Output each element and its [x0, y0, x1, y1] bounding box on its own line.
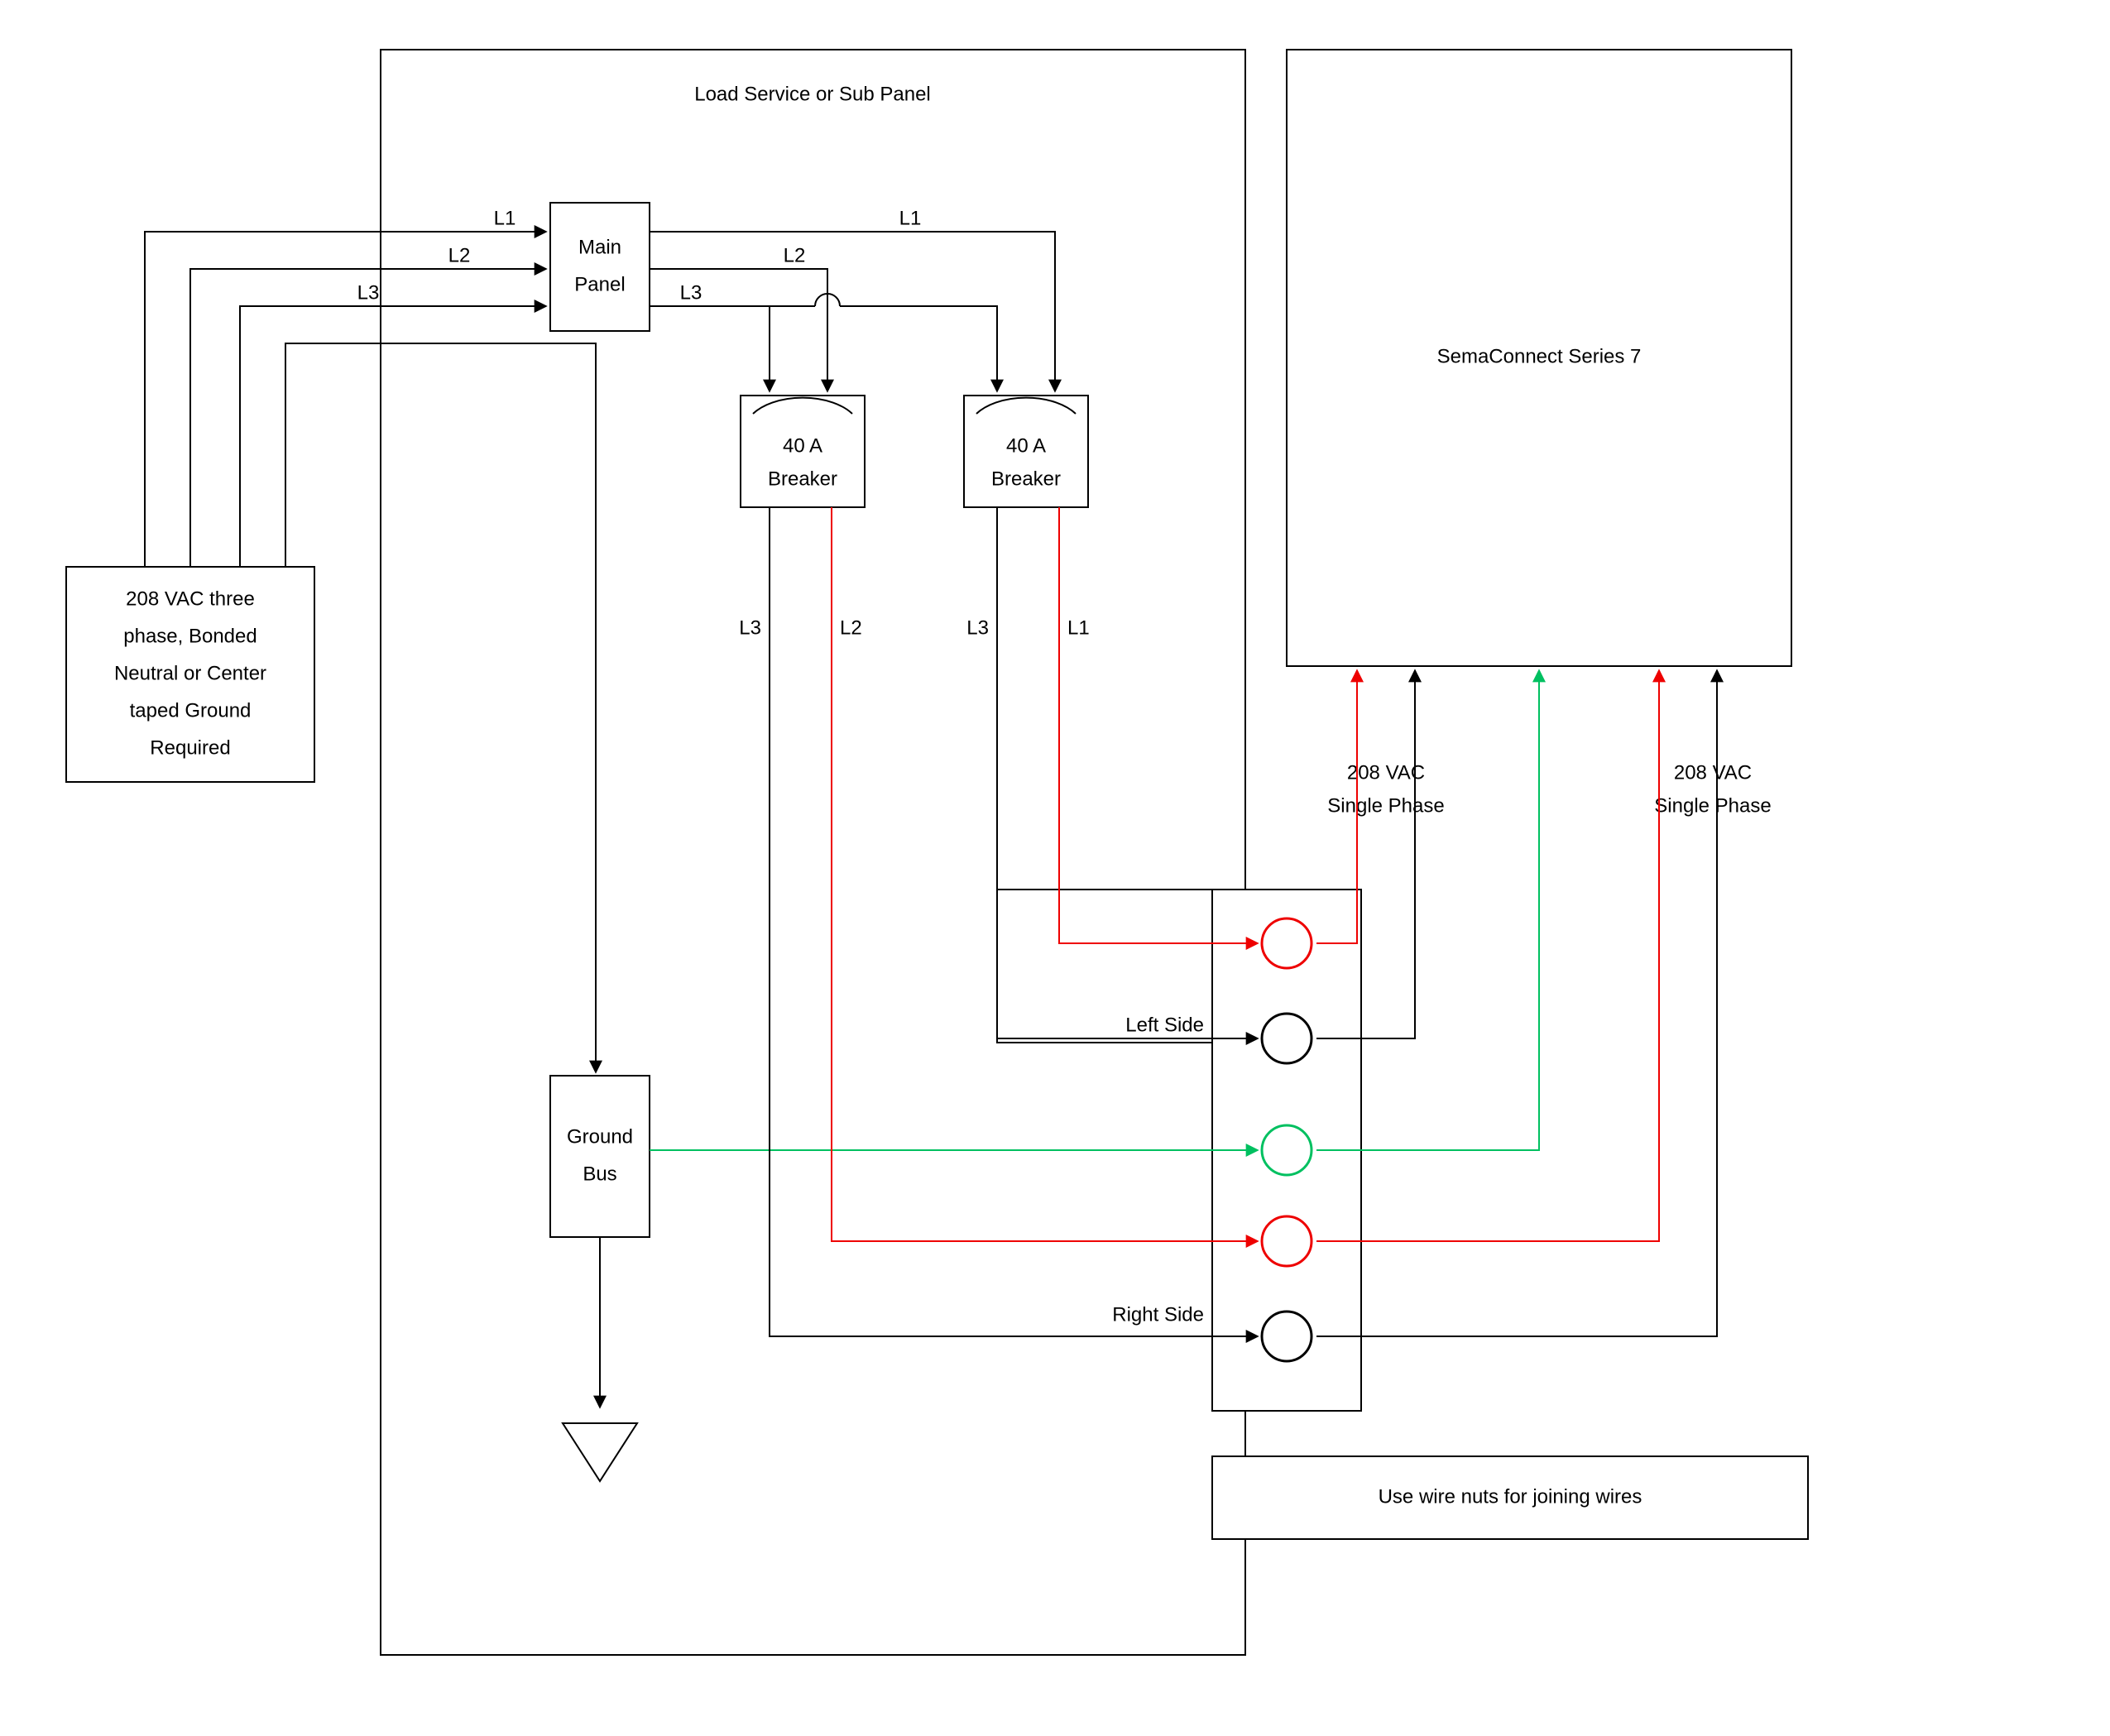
label-brk1-l3: L3 — [739, 616, 761, 639]
label-l2-left: L2 — [448, 244, 471, 266]
wire-nut-note: Use wire nuts for joining wires — [1379, 1485, 1642, 1508]
label-brk2-l3: L3 — [966, 616, 989, 639]
breaker-1-amp: 40 A — [783, 434, 822, 457]
main-panel-label-1: Main — [578, 236, 621, 258]
label-l1-right: L1 — [899, 207, 922, 229]
label-brk2-l1: L1 — [1067, 616, 1090, 639]
main-panel-label-2: Panel — [574, 273, 625, 295]
label-l3-left: L3 — [357, 281, 380, 304]
ground-bus-box — [550, 1076, 650, 1237]
source-line2: phase, Bonded — [123, 625, 257, 647]
right-side-label: Right Side — [1112, 1303, 1204, 1326]
source-line3: Neutral or Center — [114, 662, 266, 684]
phase-label-right-1: 208 VAC — [1674, 761, 1752, 784]
source-line1: 208 VAC three — [126, 587, 255, 610]
label-l2-right: L2 — [784, 244, 806, 266]
load-service-title: Load Service or Sub Panel — [694, 83, 931, 105]
breaker-2-amp: 40 A — [1006, 434, 1046, 457]
breaker-2-label: Breaker — [991, 468, 1061, 490]
left-side-label: Left Side — [1125, 1014, 1204, 1036]
phase-label-left-1: 208 VAC — [1347, 761, 1425, 784]
phase-label-right-2: Single Phase — [1654, 794, 1771, 817]
label-brk1-l2: L2 — [840, 616, 862, 639]
ground-bus-label-2: Bus — [583, 1163, 616, 1185]
device-title: SemaConnect Series 7 — [1437, 345, 1642, 367]
source-line4: taped Ground — [130, 699, 252, 722]
breaker-1-label: Breaker — [768, 468, 837, 490]
phase-label-left-2: Single Phase — [1327, 794, 1444, 817]
ground-bus-label-1: Ground — [567, 1125, 633, 1148]
label-l1-left: L1 — [494, 207, 516, 229]
label-l3-right: L3 — [680, 281, 703, 304]
source-line5: Required — [150, 736, 230, 759]
load-service-panel-box — [381, 50, 1245, 1655]
wiring-diagram: Load Service or Sub Panel 208 VAC three … — [0, 0, 2110, 1736]
main-panel-box — [550, 203, 650, 331]
wire-nut4-to-device — [1316, 671, 1659, 1241]
